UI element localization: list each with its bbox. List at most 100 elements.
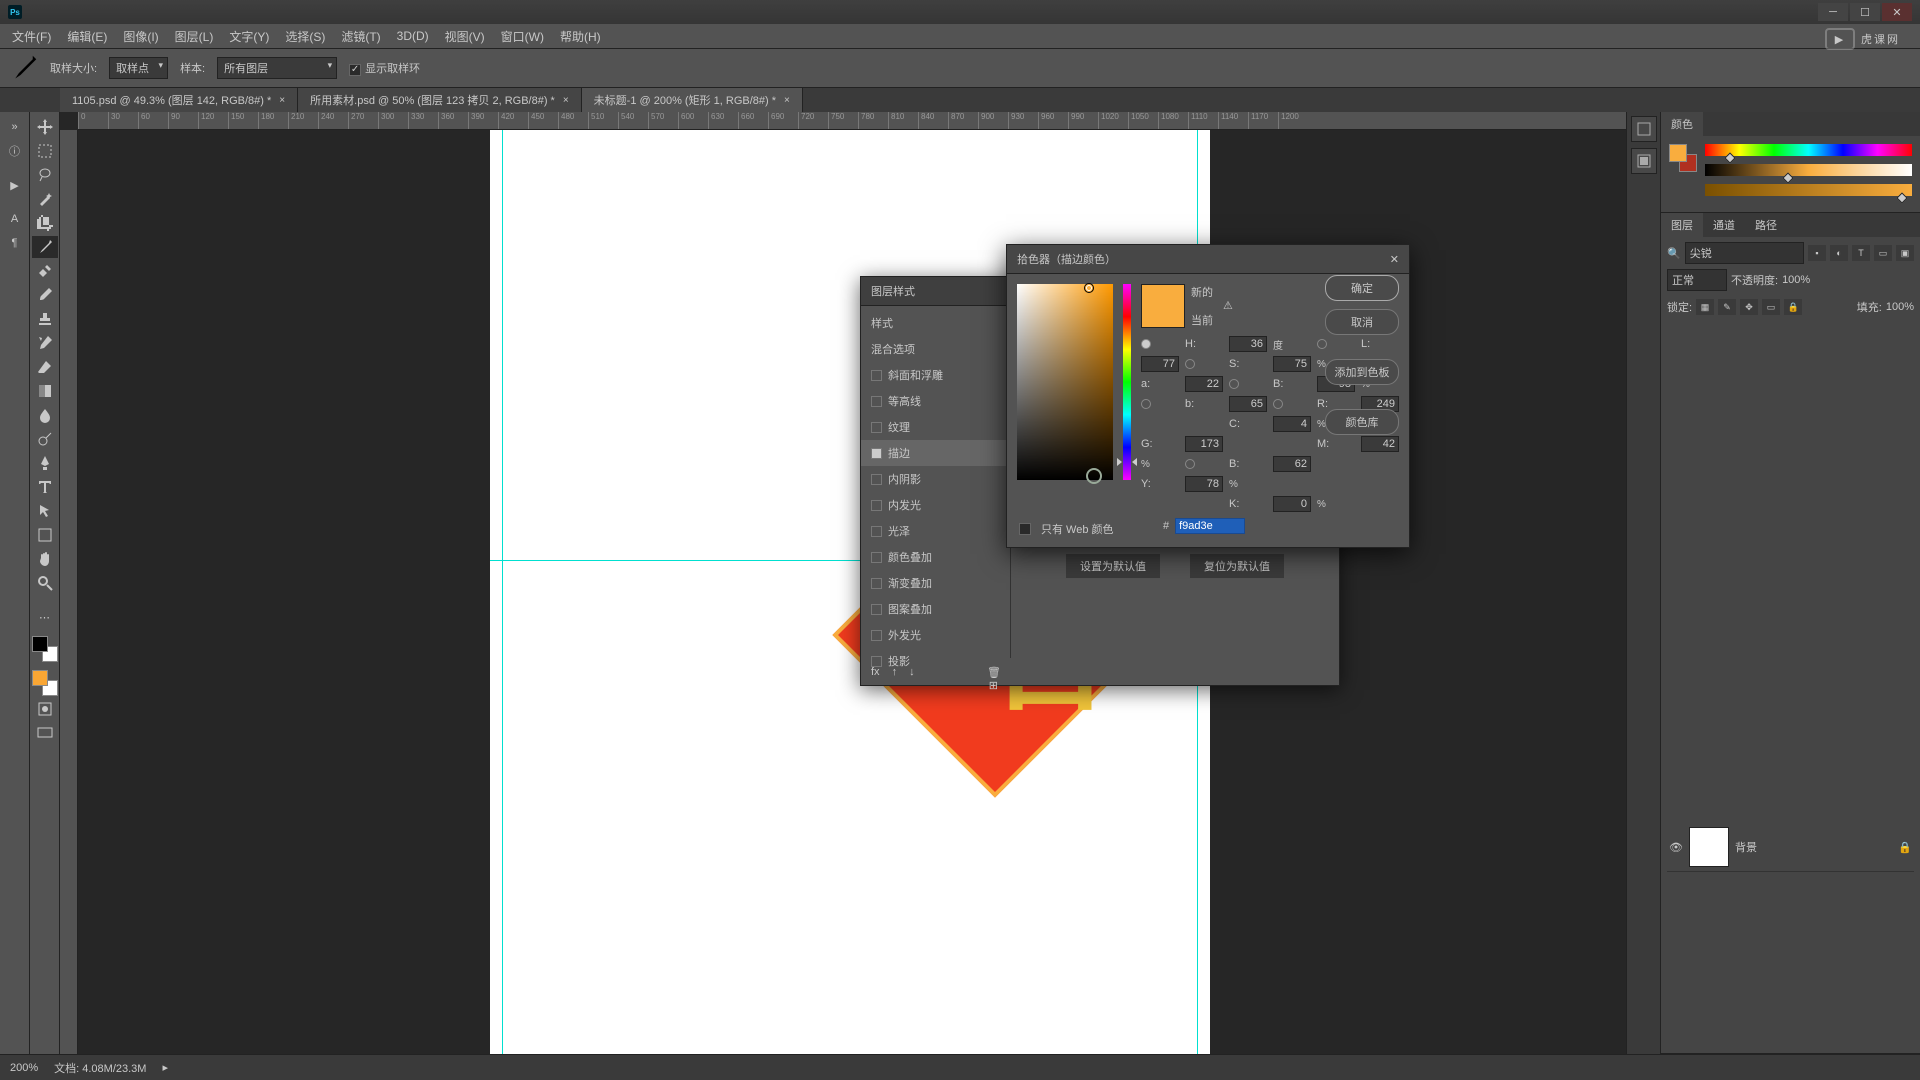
char-a-icon[interactable]: A: [2, 208, 28, 230]
minimize-button[interactable]: ─: [1818, 3, 1848, 21]
ls-item[interactable]: 斜面和浮雕: [861, 362, 1010, 388]
lock-paint-icon[interactable]: ✎: [1718, 299, 1736, 315]
ls-item[interactable]: 内发光: [861, 492, 1010, 518]
h-radio[interactable]: [1141, 339, 1151, 349]
eraser-tool-icon[interactable]: [32, 356, 58, 378]
layers-tab[interactable]: 图层: [1661, 213, 1703, 237]
ls-item[interactable]: 样式: [861, 310, 1010, 336]
fg-bg-swatch[interactable]: [1669, 144, 1697, 172]
s-input[interactable]: [1273, 356, 1311, 372]
lasso-tool-icon[interactable]: [32, 164, 58, 186]
a-input[interactable]: [1185, 376, 1223, 392]
set-default-button[interactable]: 设置为默认值: [1066, 554, 1160, 578]
path-select-icon[interactable]: [32, 500, 58, 522]
doc-tab-0[interactable]: 1105.psd @ 49.3% (图层 142, RGB/8#) *×: [60, 88, 298, 112]
layer-row-bg[interactable]: 👁 背景 🔒: [1667, 823, 1914, 872]
add-swatch-button[interactable]: 添加到色板: [1325, 359, 1399, 385]
menu-select[interactable]: 选择(S): [277, 28, 333, 45]
filter-pixel-icon[interactable]: ▪: [1808, 245, 1826, 261]
doc-size[interactable]: 文档: 4.08M/23.3M: [54, 1060, 146, 1076]
menu-layer[interactable]: 图层(L): [167, 28, 222, 45]
b-radio[interactable]: [1229, 379, 1239, 389]
h-input[interactable]: [1229, 336, 1267, 352]
fx-icon[interactable]: fx: [871, 666, 880, 679]
b2-radio[interactable]: [1141, 399, 1151, 409]
channels-tab[interactable]: 通道: [1703, 213, 1745, 237]
filter-adjust-icon[interactable]: ◐: [1830, 245, 1848, 261]
ok-button[interactable]: 确定: [1325, 275, 1399, 301]
zoom-level[interactable]: 200%: [10, 1062, 38, 1074]
ls-item[interactable]: 等高线: [861, 388, 1010, 414]
color-lib-button[interactable]: 颜色库: [1325, 409, 1399, 435]
panel-icon[interactable]: [1631, 116, 1657, 142]
g-input[interactable]: [1185, 436, 1223, 452]
bch-radio[interactable]: [1185, 459, 1195, 469]
reset-default-button[interactable]: 复位为默认值: [1190, 554, 1284, 578]
ls-item[interactable]: 外发光: [861, 622, 1010, 648]
type-tool-icon[interactable]: [32, 476, 58, 498]
web-only-option[interactable]: 只有 Web 颜色: [1019, 521, 1114, 537]
paths-tab[interactable]: 路径: [1745, 213, 1787, 237]
hex-input[interactable]: [1175, 518, 1245, 534]
menu-help[interactable]: 帮助(H): [552, 28, 609, 45]
ls-item[interactable]: 渐变叠加: [861, 570, 1010, 596]
ls-item[interactable]: 图案叠加: [861, 596, 1010, 622]
s-radio[interactable]: [1185, 359, 1195, 369]
filter-smart-icon[interactable]: ▣: [1896, 245, 1914, 261]
layer-filter-input[interactable]: 尖锐: [1685, 242, 1804, 264]
expand-icon[interactable]: »: [2, 116, 28, 138]
chevron-right-icon[interactable]: ▸: [162, 1061, 168, 1074]
b2-input[interactable]: [1229, 396, 1267, 412]
cancel-button[interactable]: 取消: [1325, 309, 1399, 335]
web-only-checkbox[interactable]: [1019, 523, 1031, 535]
gradient-tool-icon[interactable]: [32, 380, 58, 402]
filter-shape-icon[interactable]: ▭: [1874, 245, 1892, 261]
menu-3d[interactable]: 3D(D): [389, 29, 437, 43]
trash-icon[interactable]: 🗑: [987, 666, 1001, 679]
blend-mode-select[interactable]: 正常: [1667, 269, 1727, 291]
sample-select[interactable]: 所有图层: [217, 57, 337, 79]
lock-trans-icon[interactable]: ▦: [1696, 299, 1714, 315]
show-ring-option[interactable]: 显示取样环: [349, 60, 420, 76]
play-icon[interactable]: ▶: [2, 174, 28, 196]
ls-item[interactable]: 内阴影: [861, 466, 1010, 492]
color-sliders[interactable]: [1705, 144, 1912, 204]
paragraph-icon[interactable]: ¶: [2, 232, 28, 254]
guide-v[interactable]: [502, 130, 503, 1054]
bch-input[interactable]: [1273, 456, 1311, 472]
zoom-tool-icon[interactable]: [32, 572, 58, 594]
color-picker-titlebar[interactable]: 拾色器（描边颜色） ✕: [1007, 245, 1409, 274]
wand-tool-icon[interactable]: [32, 188, 58, 210]
menu-edit[interactable]: 编辑(E): [59, 28, 115, 45]
menu-type[interactable]: 文字(Y): [221, 28, 277, 45]
brush-tool-icon[interactable]: [32, 284, 58, 306]
menu-image[interactable]: 图像(I): [115, 28, 166, 45]
sample-size-select[interactable]: 取样点: [109, 57, 168, 79]
filter-type-icon[interactable]: T: [1852, 245, 1870, 261]
info-icon[interactable]: ⓘ: [2, 140, 28, 162]
dodge-tool-icon[interactable]: [32, 428, 58, 450]
show-ring-checkbox[interactable]: [349, 64, 361, 76]
y-input[interactable]: [1185, 476, 1223, 492]
up-icon[interactable]: ↑: [892, 666, 898, 679]
lock-nest-icon[interactable]: ▭: [1762, 299, 1780, 315]
stamp-tool-icon[interactable]: [32, 308, 58, 330]
doc-tab-1[interactable]: 所用素材.psd @ 50% (图层 123 拷贝 2, RGB/8#) *×: [298, 88, 582, 112]
blur-tool-icon[interactable]: [32, 404, 58, 426]
l-input[interactable]: [1141, 356, 1179, 372]
color-tab[interactable]: 颜色: [1661, 112, 1703, 136]
quickmask-icon[interactable]: [32, 698, 58, 720]
close-tab-icon[interactable]: ×: [563, 95, 569, 106]
close-tab-icon[interactable]: ×: [784, 95, 790, 106]
down-icon[interactable]: ↓: [909, 666, 915, 679]
color-field[interactable]: [1017, 284, 1113, 480]
opacity-value[interactable]: 100%: [1782, 274, 1810, 286]
screenmode-icon[interactable]: [32, 722, 58, 744]
swatches-default[interactable]: [32, 636, 58, 662]
heal-tool-icon[interactable]: [32, 260, 58, 282]
ls-item[interactable]: 描边: [861, 440, 1010, 466]
color-picker-dialog[interactable]: 拾色器（描边颜色） ✕ 新的当前 ⚠ H:度 L: S:% a: B:% b:: [1006, 244, 1410, 548]
shape-tool-icon[interactable]: [32, 524, 58, 546]
panel-icon[interactable]: [1631, 148, 1657, 174]
pen-tool-icon[interactable]: [32, 452, 58, 474]
